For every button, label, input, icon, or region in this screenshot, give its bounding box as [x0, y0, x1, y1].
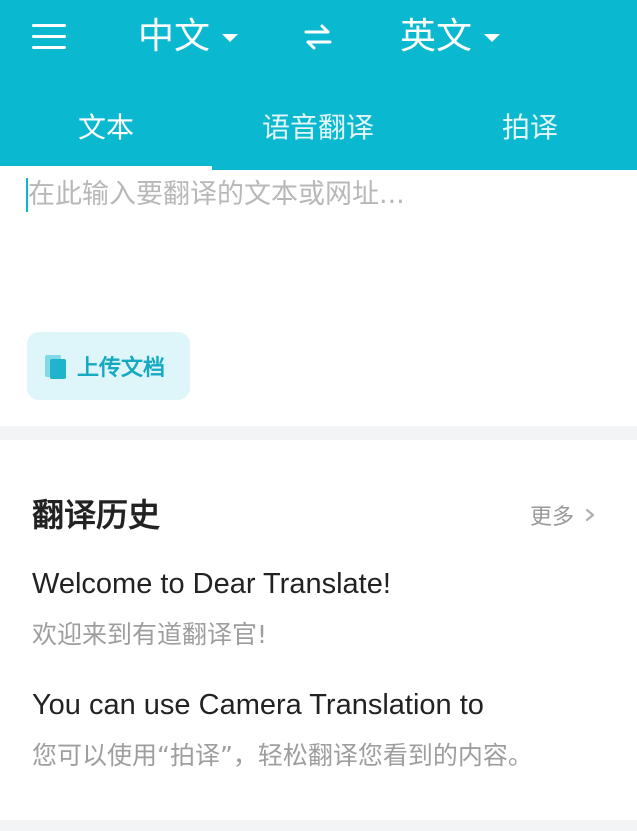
source-language-select[interactable]: 中文 [138, 14, 239, 60]
menu-button[interactable] [32, 22, 68, 50]
menu-icon-bar [32, 24, 66, 27]
tab-label: 拍译 [501, 111, 558, 144]
history-entry-translation: 您可以使用“拍译”，轻松翻译您看到的内容。 [32, 741, 533, 770]
chevron-right-icon [585, 508, 595, 522]
more-label: 更多 [530, 505, 575, 530]
translate-text-input[interactable] [28, 174, 618, 214]
mode-tabs: 文本 语音翻译 拍译 [0, 98, 637, 170]
caret-down-icon [484, 34, 501, 42]
history-entry[interactable]: Welcome to Dear Translate! 欢迎来到有道翻译官! [32, 568, 391, 651]
tab-label: 语音翻译 [261, 111, 374, 144]
menu-icon-bar [32, 35, 66, 38]
history-entry-source: You can use Camera Translation to [32, 689, 484, 721]
swap-icon [304, 24, 332, 50]
tab-label: 文本 [77, 111, 134, 144]
target-language-label: 英文 [400, 16, 473, 57]
upload-document-button[interactable]: 上传文档 [27, 332, 190, 400]
caret-down-icon [222, 34, 239, 42]
tab-photo-translation[interactable]: 拍译 [424, 98, 636, 170]
tab-voice-translation[interactable]: 语音翻译 [212, 98, 424, 170]
menu-icon-bar [32, 46, 66, 49]
history-entry-translation: 欢迎来到有道翻译官! [32, 620, 268, 649]
history-entry-source: Welcome to Dear Translate! [32, 568, 391, 600]
history-entry[interactable]: You can use Camera Translation to 您可以使用“… [32, 689, 533, 772]
document-icon [45, 355, 66, 379]
upload-document-label: 上传文档 [77, 356, 166, 381]
history-more-link[interactable]: 更多 [530, 499, 596, 531]
source-language-label: 中文 [138, 16, 211, 57]
bottom-divider [0, 820, 637, 831]
tab-text[interactable]: 文本 [0, 98, 212, 170]
app-header: 中文 英文 文本 语音翻译 拍译 [0, 0, 637, 170]
target-language-select[interactable]: 英文 [400, 14, 501, 60]
section-divider [0, 426, 637, 440]
swap-languages-button[interactable] [300, 20, 336, 54]
history-title: 翻译历史 [32, 496, 161, 534]
